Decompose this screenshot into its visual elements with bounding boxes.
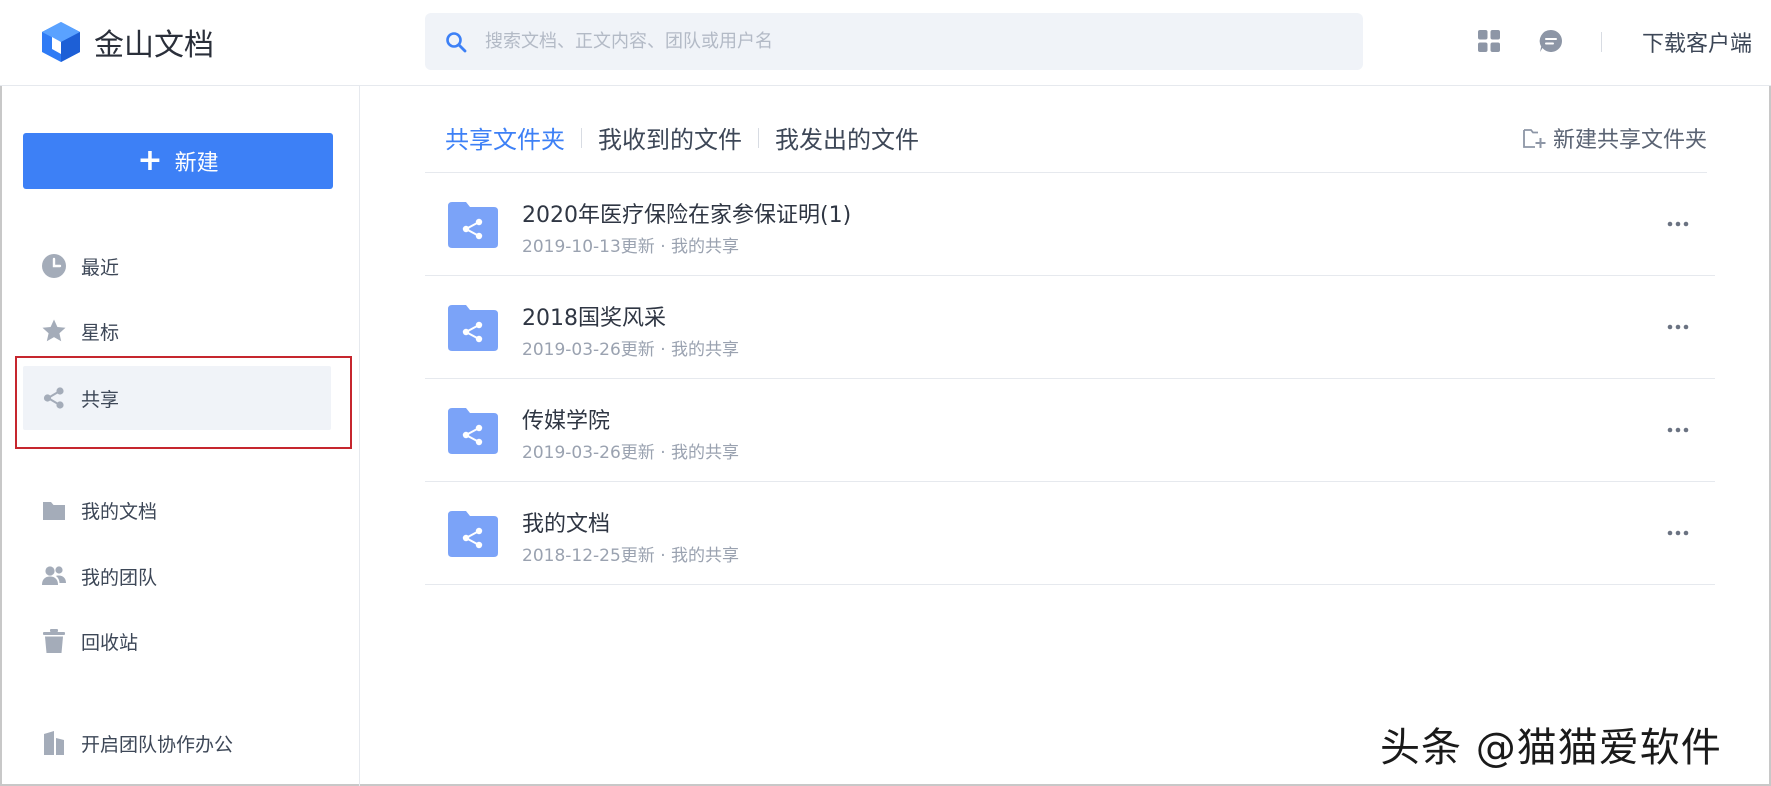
clock-icon [42,254,66,278]
shared-folder-icon [448,305,498,351]
share-tabs: 共享文件夹 我收到的文件 我发出的文件 [445,120,919,155]
new-shared-folder-label: 新建共享文件夹 [1553,128,1708,153]
watermark: 头条 @猫猫爱软件 [1380,725,1722,771]
new-folder-icon [1523,129,1546,148]
apps-grid-icon[interactable] [1476,28,1502,54]
tab-shared-folders[interactable]: 共享文件夹 [445,120,565,155]
file-meta: 2018-12-25更新 · 我的共享 [522,546,740,566]
search-bar[interactable] [425,13,1363,70]
tab-divider [581,127,582,148]
highlight-annotation-box [15,356,352,449]
sidebar-item-label: 开启团队协作办公 [81,733,234,756]
shared-folder-icon [448,511,498,557]
search-input[interactable] [485,31,1285,52]
app-logo[interactable]: 金山文档 [40,20,214,64]
file-meta: 2019-03-26更新 · 我的共享 [522,443,740,463]
sidebar-item-recent[interactable]: 最近 [23,234,331,298]
tab-divider [758,127,759,148]
tab-received-files[interactable]: 我收到的文件 [598,120,742,155]
app-name: 金山文档 [94,28,214,63]
ellipsis-icon [1667,530,1689,536]
kdocs-logo-icon [42,22,80,62]
list-item[interactable]: 2020年医疗保险在家参保证明(1) 2019-10-13更新 · 我的共享 [425,173,1715,276]
folder-icon [43,502,65,520]
file-title[interactable]: 2020年医疗保险在家参保证明(1) [522,197,851,229]
plus-icon: + [137,143,163,178]
more-options-icon[interactable] [1661,415,1695,445]
more-options-icon[interactable] [1661,518,1695,548]
list-item[interactable]: 2018国奖风采 2019-03-26更新 · 我的共享 [425,276,1715,379]
sidebar-item-my-team[interactable]: 我的团队 [23,544,331,608]
star-icon [42,319,66,342]
file-title[interactable]: 传媒学院 [522,403,610,435]
sidebar: + 新建 最近 星标 共享 我的文档 我的团队 回收站 开启团队协作办公 [0,86,360,786]
ellipsis-icon [1667,324,1689,330]
sidebar-item-label: 星标 [81,321,120,344]
shared-folder-icon [448,202,498,248]
list-item[interactable]: 传媒学院 2019-03-26更新 · 我的共享 [425,379,1715,482]
file-meta: 2019-10-13更新 · 我的共享 [522,237,740,257]
file-title[interactable]: 2018国奖风采 [522,300,666,332]
sidebar-item-starred[interactable]: 星标 [23,299,331,363]
shared-folder-icon [448,408,498,454]
sidebar-item-label: 我的文档 [81,500,158,523]
download-client-link[interactable]: 下载客户端 [1642,26,1752,58]
sidebar-item-label: 最近 [81,256,120,279]
office-building-icon [44,731,64,755]
ellipsis-icon [1667,427,1689,433]
sidebar-item-my-docs[interactable]: 我的文档 [23,478,331,542]
new-button-label: 新建 [174,151,219,176]
search-icon [446,31,467,52]
more-options-icon[interactable] [1661,312,1695,342]
tab-sent-files[interactable]: 我发出的文件 [775,120,919,155]
trash-icon [43,629,65,653]
sidebar-item-recycle-bin[interactable]: 回收站 [23,609,331,673]
new-shared-folder-button[interactable]: 新建共享文件夹 [1522,122,1707,154]
message-icon[interactable] [1538,28,1564,54]
new-button[interactable]: + 新建 [23,133,333,189]
file-title[interactable]: 我的文档 [522,506,610,538]
header-divider [1601,32,1602,52]
top-header: 金山文档 下载客户端 [0,0,1771,86]
team-icon [42,566,66,585]
sidebar-item-team-collab[interactable]: 开启团队协作办公 [23,711,331,775]
sidebar-item-label: 我的团队 [81,566,158,589]
file-meta: 2019-03-26更新 · 我的共享 [522,340,740,360]
ellipsis-icon [1667,221,1689,227]
more-options-icon[interactable] [1661,209,1695,239]
list-item[interactable]: 我的文档 2018-12-25更新 · 我的共享 [425,482,1715,585]
sidebar-item-label: 回收站 [81,631,139,654]
